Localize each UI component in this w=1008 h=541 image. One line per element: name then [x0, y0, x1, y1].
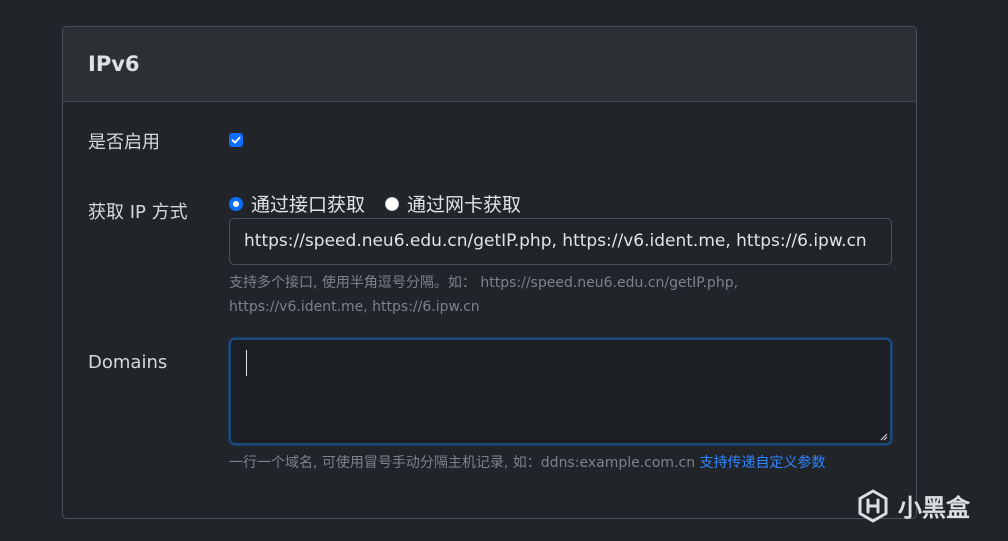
ip-api-help-line-1: 支持多个接口, 使用半角逗号分隔。如： https://speed.neu6.e… — [229, 275, 739, 291]
radio-api-label[interactable]: 通过接口获取 — [251, 190, 365, 217]
card-title: IPv6 — [88, 52, 140, 76]
radio-nic-option[interactable] — [385, 196, 400, 211]
domains-help-text: 一行一个域名, 可使用冒号手动分隔主机记录, 如：ddns:example.co… — [229, 455, 700, 471]
text-caret — [246, 350, 247, 376]
domains-textarea[interactable] — [229, 338, 892, 445]
ip-api-urls-input[interactable]: https://speed.neu6.edu.cn/getIP.php, htt… — [229, 218, 892, 265]
ip-api-help-line-2: https://v6.ident.me, https://6.ipw.cn — [229, 299, 480, 315]
domains-help: 一行一个域名, 可使用冒号手动分隔主机记录, 如：ddns:example.co… — [229, 451, 826, 475]
radio-api-option[interactable] — [229, 196, 243, 211]
custom-params-link[interactable]: 支持传递自定义参数 — [700, 455, 826, 471]
domains-label: Domains — [88, 352, 168, 373]
enable-checkbox[interactable] — [229, 133, 243, 147]
resize-grip-icon[interactable] — [880, 433, 888, 441]
ipv6-card: IPv6 是否启用 获取 IP 方式 通过接口获取 通过网卡获取 https:/… — [62, 26, 917, 519]
xiaoheihe-logo-icon — [858, 489, 888, 522]
watermark: 小黑盒 — [856, 488, 970, 523]
get-ip-radio-group: 通过接口获取 通过网卡获取 — [229, 190, 541, 217]
get-ip-label: 获取 IP 方式 — [88, 202, 188, 223]
radio-nic-label[interactable]: 通过网卡获取 — [407, 190, 521, 217]
card-header: IPv6 — [63, 27, 916, 102]
enable-label: 是否启用 — [88, 132, 160, 153]
watermark-text: 小黑盒 — [898, 494, 970, 522]
check-icon — [231, 136, 241, 144]
